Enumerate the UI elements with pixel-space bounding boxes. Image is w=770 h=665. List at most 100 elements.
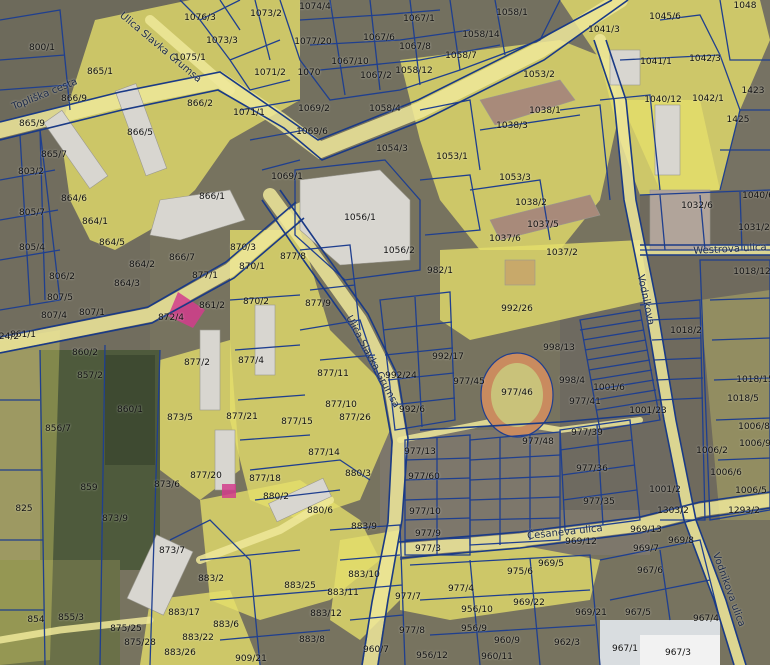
parcel-label: 1069/6 <box>296 127 328 137</box>
parcel-label: 969/5 <box>538 559 564 569</box>
parcel-label: 1037/2 <box>546 248 578 258</box>
parcel-label: 866/2 <box>187 99 213 109</box>
parcel-label: 865/7 <box>41 150 67 160</box>
parcel-label: 1018/5 <box>727 394 759 404</box>
parcel-label: 969/21 <box>575 608 607 618</box>
parcel-label: 1075/1 <box>174 53 206 63</box>
parcel-label: 861/2 <box>199 301 225 311</box>
parcel-label: 956/12 <box>416 651 448 661</box>
parcel-label: 883/2 <box>198 574 224 584</box>
parcel-label: 975/6 <box>507 567 533 577</box>
parcel-label: 1303/2 <box>657 506 689 516</box>
parcel-label: 825 <box>15 504 33 514</box>
parcel-label: 806/2 <box>49 272 75 282</box>
parcel-label: 1006/5 <box>735 486 767 496</box>
parcel-label: 1067/8 <box>399 42 431 52</box>
parcel-label: 866/1 <box>199 192 225 202</box>
parcel-label: 1018/15 <box>736 375 770 385</box>
parcel-label: 875/28 <box>124 638 156 648</box>
parcel-label: 805/4 <box>19 243 45 253</box>
parcel-label: 1045/6 <box>649 12 681 22</box>
parcel-label: 873/9 <box>102 514 128 524</box>
parcel-label: 864/3 <box>114 279 140 289</box>
parcel-label: 967/5 <box>625 608 651 618</box>
parcel-label: 1069/1 <box>271 172 303 182</box>
parcel-label: 977/39 <box>571 428 603 438</box>
parcel-label: 807/1 <box>79 308 105 318</box>
parcel-label: 883/17 <box>168 608 200 618</box>
parcel-label: 969/13 <box>630 525 662 535</box>
parcel-label: 977/46 <box>501 388 533 398</box>
parcel-label: 909/21 <box>235 654 267 664</box>
parcel-label: 1053/3 <box>499 173 531 183</box>
parcel-label: 1069/2 <box>298 104 330 114</box>
parcel-label: 977/13 <box>404 447 436 457</box>
parcel-label: 1067/1 <box>403 14 435 24</box>
parcel-label: 960/7 <box>363 645 389 655</box>
parcel-label: 1037/6 <box>489 234 521 244</box>
parcel-label: 1058/12 <box>395 66 433 76</box>
parcel-label: 870/1 <box>239 262 265 272</box>
parcel-label: 864/5 <box>99 238 125 248</box>
parcel-label: 883/22 <box>182 633 214 643</box>
parcel-label: 1040/6 <box>742 191 770 201</box>
parcel-label: 1006/2 <box>696 446 728 456</box>
parcel-label: 1293/2 <box>728 506 760 516</box>
parcel-label: 880/3 <box>345 469 371 479</box>
parcel-label: 1042/1 <box>692 94 724 104</box>
parcel-label: 977/3 <box>415 544 441 554</box>
parcel-label: 1067/10 <box>331 57 369 67</box>
parcel-label: 866/7 <box>169 253 195 263</box>
parcel-label: 1067/2 <box>360 71 392 81</box>
parcel-label: 864/6 <box>61 194 87 204</box>
parcel-label: 1037/5 <box>527 220 559 230</box>
parcel-label: 864/2 <box>129 260 155 270</box>
parcel-label: 977/60 <box>408 472 440 482</box>
parcel-label: 875/25 <box>110 624 142 634</box>
parcel-label: 992/26 <box>501 304 533 314</box>
parcel-label: 969/12 <box>565 537 597 547</box>
parcel-label: 877/1 <box>192 271 218 281</box>
parcel-label: 967/4 <box>693 614 719 624</box>
parcel-label: 1058/7 <box>445 51 477 61</box>
parcel-label: 883/9 <box>351 522 377 532</box>
parcel-label: 1018/2 <box>670 326 702 336</box>
parcel-label: 872/4 <box>158 313 184 323</box>
parcel-label: 855/3 <box>58 613 84 623</box>
parcel-label: 877/20 <box>190 471 222 481</box>
parcel-label: 800/1 <box>29 43 55 53</box>
parcel-label: 883/10 <box>348 570 380 580</box>
parcel-label: 1038/2 <box>515 198 547 208</box>
parcel-label: 1054/3 <box>376 144 408 154</box>
parcel-label: 877/9 <box>305 299 331 309</box>
parcel-label: 1038/3 <box>496 121 528 131</box>
parcel-label: 1032/6 <box>681 201 713 211</box>
parcel-label: 856/7 <box>45 424 71 434</box>
parcel-label: 969/8 <box>668 536 694 546</box>
parcel-label: 1423 <box>741 86 765 96</box>
cadastral-map[interactable]: Topliška cesta Ulica Slavka Grumsa Ulica… <box>0 0 770 665</box>
parcel-label: 877/18 <box>249 474 281 484</box>
parcel-label: 1058/14 <box>462 30 500 40</box>
parcel-label: 877/2 <box>184 358 210 368</box>
parcel-label: 873/5 <box>167 413 193 423</box>
parcel-label: 977/8 <box>399 626 425 636</box>
parcel-label: 1070 <box>297 68 321 78</box>
parcel-label: 877/15 <box>281 417 313 427</box>
parcel-label: 866/5 <box>127 128 153 138</box>
parcel-label: 873/6 <box>154 480 180 490</box>
parcel-label: 977/35 <box>583 497 615 507</box>
parcel-label: 865/1 <box>87 67 113 77</box>
parcel-label: 803/2 <box>18 167 44 177</box>
parcel-label: 998/4 <box>559 376 585 386</box>
parcel-label: 1058/4 <box>369 104 401 114</box>
parcel-label: 977/48 <box>522 437 554 447</box>
parcel-label: 860/1 <box>117 405 143 415</box>
parcel-label: 982/1 <box>427 266 453 276</box>
parcel-label: 1048 <box>733 1 757 11</box>
parcel-label: 977/10 <box>409 507 441 517</box>
parcel-label: 992/24 <box>385 371 417 381</box>
parcel-label: 1058/1 <box>496 8 528 18</box>
parcel-label: 1056/1 <box>344 213 376 223</box>
parcel-label: 1001/2 <box>649 485 681 495</box>
